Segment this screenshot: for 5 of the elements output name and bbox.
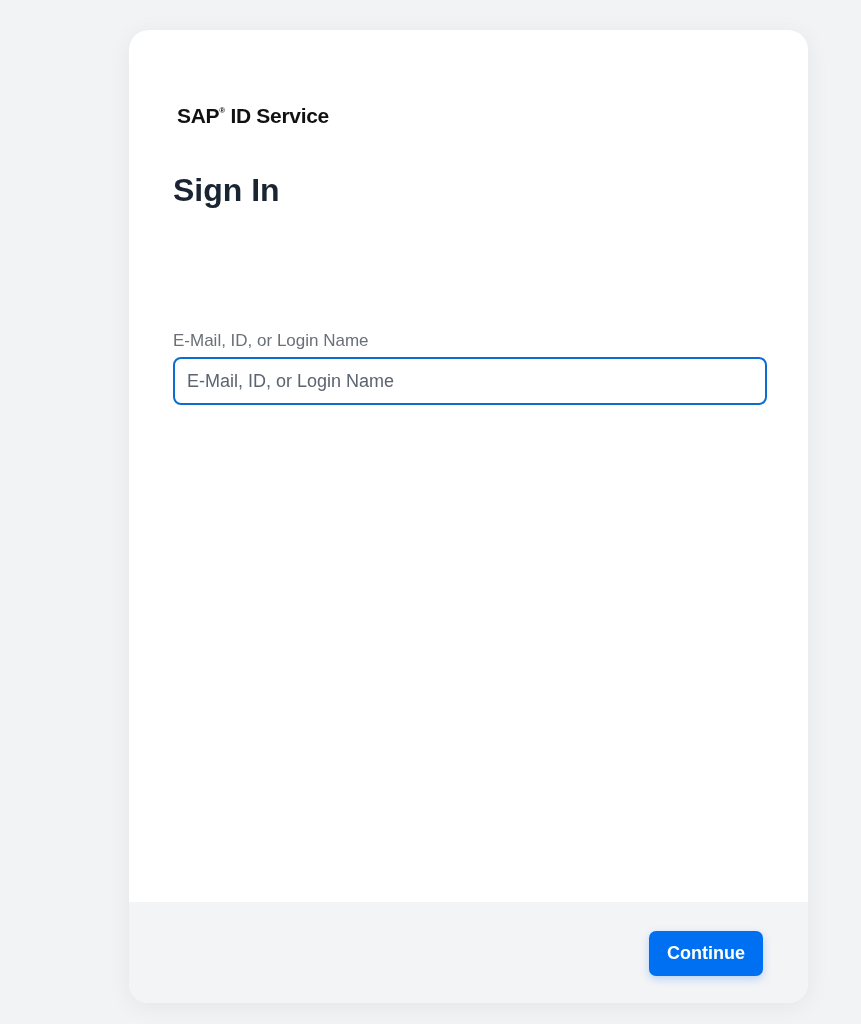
page-title: Sign In (173, 172, 281, 209)
continue-button[interactable]: Continue (649, 931, 763, 976)
login-name-field[interactable]: E-Mail, ID, or Login Name (173, 357, 767, 405)
brand-logo: SAP$^{®}$ ID Service (177, 104, 330, 128)
field-label: E-Mail, ID, or Login Name (173, 331, 370, 351)
